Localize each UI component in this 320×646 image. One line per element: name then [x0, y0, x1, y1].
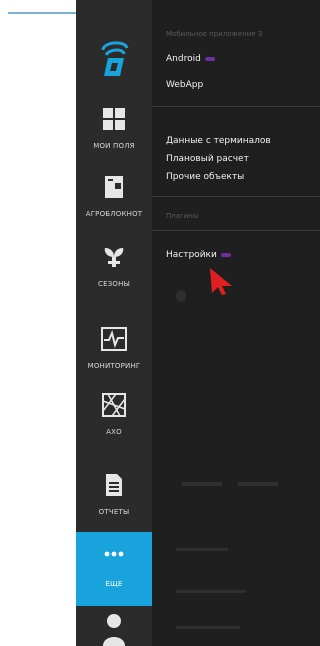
menu-item-label: Android: [166, 54, 201, 64]
user-icon: [103, 614, 125, 646]
menu-item-planned-calc[interactable]: Плановый расчет: [166, 154, 249, 164]
sidebar-item-my-fields[interactable]: МОИ ПОЛЯ: [76, 100, 152, 168]
menu-section-mobile: Мобильное приложение 3: [166, 30, 263, 38]
menu-item-other-objects[interactable]: Прочие объекты: [166, 172, 244, 182]
notebook-icon: [76, 168, 152, 206]
sidebar-item-aho[interactable]: АХО: [76, 386, 152, 454]
logo-icon: [101, 41, 129, 76]
app-logo[interactable]: [76, 36, 152, 96]
sidebar-item-more[interactable]: ЕЩЕ: [76, 532, 152, 606]
sidebar-item-label: МОИ ПОЛЯ: [93, 142, 135, 150]
menu-divider: [152, 196, 320, 197]
menu-item-label: Настройки: [166, 250, 217, 260]
sidebar-item-label: МОНИТОРИНГ: [87, 362, 141, 370]
grid-icon: [76, 100, 152, 138]
user-avatar[interactable]: [76, 608, 152, 646]
sidebar-item-label: СЕЗОНЫ: [98, 280, 130, 288]
menu-divider: [152, 106, 320, 107]
badge-icon: [204, 56, 215, 61]
background-blurred-content: [176, 626, 240, 629]
background-blurred-content: [182, 482, 222, 486]
pointer-cursor-icon: [208, 266, 234, 300]
background-blurred-content: [176, 290, 186, 302]
sidebar-item-label: ЕЩЕ: [105, 580, 123, 588]
sidebar-item-reports[interactable]: ОТЧЕТЫ: [76, 466, 152, 534]
background-blurred-content: [238, 482, 278, 486]
background-blurred-content: [176, 548, 228, 551]
map-icon: [76, 386, 152, 424]
more-menu-panel: Мобильное приложение 3 Android WebApp Да…: [152, 0, 320, 646]
sidebar-item-seasons[interactable]: СЕЗОНЫ: [76, 238, 152, 306]
more-icon: [76, 532, 152, 576]
menu-item-data-terminals[interactable]: Данные с терминалов: [166, 136, 271, 146]
sidebar-item-monitoring[interactable]: МОНИТОРИНГ: [76, 320, 152, 388]
sidebar-item-agronotebook[interactable]: АГРОБЛОКНОТ: [76, 168, 152, 236]
sidebar-item-label: АГРОБЛОКНОТ: [85, 210, 143, 218]
menu-item-label: WebApp: [166, 80, 204, 90]
pulse-icon: [76, 320, 152, 358]
menu-item-webapp[interactable]: WebApp: [166, 80, 203, 90]
menu-divider: [152, 230, 320, 231]
document-icon: [76, 466, 152, 504]
background-blurred-content: [176, 590, 246, 593]
plant-icon: [76, 238, 152, 276]
menu-item-android[interactable]: Android: [166, 54, 215, 64]
sidebar: МОИ ПОЛЯ АГРОБЛОКНОТ СЕЗОНЫ МОНИТОРИНГ А…: [76, 0, 152, 646]
sidebar-item-label: АХО: [106, 428, 122, 436]
menu-item-settings[interactable]: Настройки: [166, 250, 231, 260]
sidebar-item-label: ОТЧЕТЫ: [98, 508, 130, 516]
badge-icon: [220, 252, 231, 257]
menu-section-plugins: Плагины: [166, 212, 199, 220]
